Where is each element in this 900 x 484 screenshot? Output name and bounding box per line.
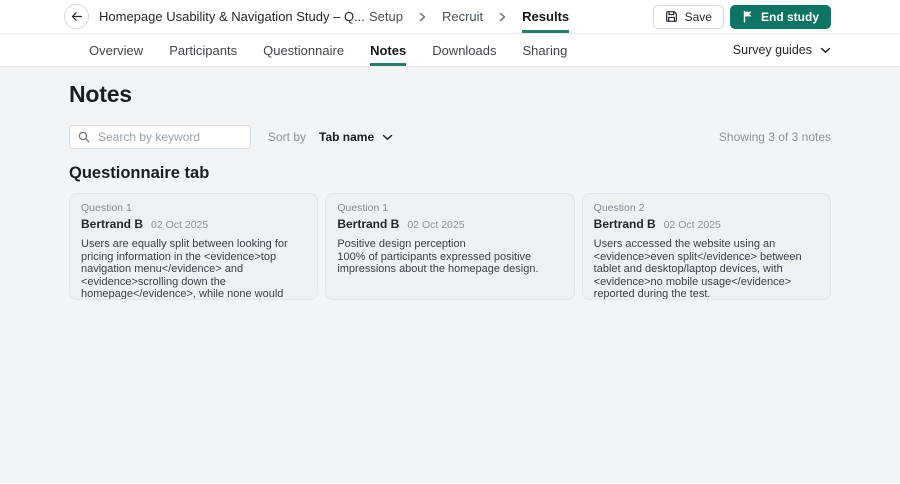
- tab-label: Sharing: [523, 43, 568, 58]
- notes-grid: Question 1 Bertrand B 02 Oct 2025 Users …: [69, 193, 831, 300]
- note-body: Users accessed the website using an <evi…: [594, 238, 819, 300]
- note-card[interactable]: Question 2 Bertrand B 02 Oct 2025 Users …: [582, 193, 831, 300]
- tab-questionnaire[interactable]: Questionnaire: [263, 34, 344, 66]
- notes-count: Showing 3 of 3 notes: [719, 130, 831, 144]
- search-box: [69, 125, 251, 149]
- notes-toolbar: Sort by Tab name Showing 3 of 3 notes: [69, 125, 831, 149]
- save-button[interactable]: Save: [653, 5, 724, 29]
- notes-page: Notes Sort by Tab name Showing 3 of 3 no…: [0, 67, 900, 483]
- flag-icon: [742, 10, 754, 23]
- sort-by-label: Sort by: [268, 130, 306, 144]
- save-icon: [665, 10, 678, 23]
- tab-label: Questionnaire: [263, 43, 344, 58]
- note-author: Bertrand B: [81, 217, 143, 231]
- step-label: Results: [522, 9, 569, 24]
- study-title: Homepage Usability & Navigation Study – …: [99, 9, 365, 24]
- step-recruit[interactable]: Recruit: [442, 0, 483, 33]
- note-body: Positive design perception 100% of parti…: [337, 238, 562, 276]
- note-card[interactable]: Question 1 Bertrand B 02 Oct 2025 Users …: [69, 193, 318, 300]
- study-stepper: Setup Recruit Results: [369, 0, 569, 33]
- note-meta: Bertrand B 02 Oct 2025: [594, 217, 819, 231]
- arrow-left-icon: [70, 10, 83, 23]
- back-button[interactable]: [64, 4, 89, 29]
- tab-overview[interactable]: Overview: [89, 34, 143, 66]
- tab-notes[interactable]: Notes: [370, 34, 406, 66]
- tab-label: Notes: [370, 43, 406, 58]
- chevron-right-icon: [418, 12, 427, 22]
- note-meta: Bertrand B 02 Oct 2025: [337, 217, 562, 231]
- note-date: 02 Oct 2025: [407, 219, 464, 231]
- tab-participants[interactable]: Participants: [169, 34, 237, 66]
- note-date: 02 Oct 2025: [151, 219, 208, 231]
- note-meta: Bertrand B 02 Oct 2025: [81, 217, 306, 231]
- step-setup[interactable]: Setup: [369, 0, 403, 33]
- note-question-label: Question 1: [337, 202, 562, 214]
- step-label: Setup: [369, 9, 403, 24]
- top-bar: Homepage Usability & Navigation Study – …: [0, 0, 900, 34]
- note-card[interactable]: Question 1 Bertrand B 02 Oct 2025 Positi…: [325, 193, 574, 300]
- tab-downloads[interactable]: Downloads: [432, 34, 496, 66]
- note-author: Bertrand B: [337, 217, 399, 231]
- save-button-label: Save: [685, 10, 712, 24]
- tab-label: Downloads: [432, 43, 496, 58]
- sort-select[interactable]: Tab name: [319, 130, 393, 144]
- section-title: Questionnaire tab: [69, 149, 831, 183]
- note-body: Users are equally split between looking …: [81, 238, 306, 300]
- survey-guides-dropdown[interactable]: Survey guides: [733, 43, 831, 57]
- tab-label: Participants: [169, 43, 237, 58]
- tab-sharing[interactable]: Sharing: [523, 34, 568, 66]
- step-label: Recruit: [442, 9, 483, 24]
- step-results[interactable]: Results: [522, 0, 569, 33]
- chevron-down-icon: [820, 47, 831, 54]
- chevron-right-icon: [498, 12, 507, 22]
- page-title: Notes: [69, 67, 831, 108]
- tab-label: Overview: [89, 43, 143, 58]
- note-author: Bertrand B: [594, 217, 656, 231]
- chevron-down-icon: [382, 134, 393, 141]
- end-study-button[interactable]: End study: [730, 5, 831, 29]
- results-tab-bar: Overview Participants Questionnaire Note…: [0, 34, 900, 67]
- sort-select-value: Tab name: [319, 130, 374, 144]
- topbar-actions: Save End study: [653, 5, 831, 29]
- note-question-label: Question 1: [81, 202, 306, 214]
- survey-guides-label: Survey guides: [733, 43, 812, 57]
- note-date: 02 Oct 2025: [664, 219, 721, 231]
- note-question-label: Question 2: [594, 202, 819, 214]
- end-study-button-label: End study: [761, 10, 819, 24]
- search-input[interactable]: [69, 125, 251, 149]
